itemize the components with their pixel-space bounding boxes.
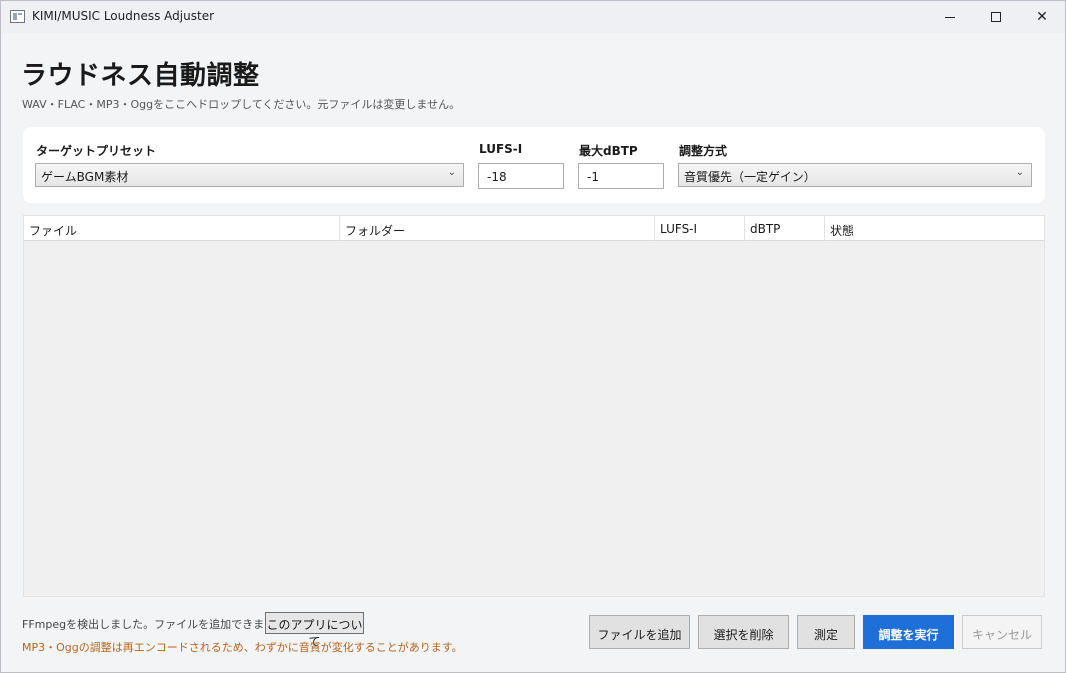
maximize-icon (991, 12, 1001, 22)
column-header-status[interactable]: 状態 (825, 216, 1044, 241)
app-window: KIMI/MUSIC Loudness Adjuster ✕ ラウドネス自動調整… (0, 0, 1066, 673)
chevron-down-icon: ⌄ (1015, 167, 1024, 178)
file-table[interactable]: ファイル フォルダー LUFS-I dBTP 状態 (23, 215, 1045, 597)
lufs-input[interactable]: -18 (478, 163, 564, 189)
run-adjust-button[interactable]: 調整を実行 (863, 615, 954, 649)
preset-select-value: ゲームBGM素材 (41, 170, 129, 184)
column-header-dbtp[interactable]: dBTP (745, 216, 825, 241)
dbtp-input-value: -1 (587, 170, 599, 184)
chevron-down-icon: ⌄ (447, 167, 456, 178)
minimize-button[interactable] (927, 1, 973, 33)
lufs-input-value: -18 (487, 170, 507, 184)
lufs-label: LUFS-I (479, 142, 523, 156)
page-title: ラウドネス自動調整 (21, 61, 260, 91)
column-header-lufs[interactable]: LUFS-I (655, 216, 745, 241)
table-header: ファイル フォルダー LUFS-I dBTP 状態 (24, 216, 1044, 241)
window-title: KIMI/MUSIC Loudness Adjuster (32, 9, 215, 23)
title-bar[interactable]: KIMI/MUSIC Loudness Adjuster ✕ (1, 1, 1065, 33)
preset-select[interactable]: ゲームBGM素材 ⌄ (35, 163, 464, 187)
method-select-value: 音質優先（一定ゲイン） (684, 170, 816, 184)
measure-button[interactable]: 測定 (797, 615, 855, 649)
page-subtitle: WAV・FLAC・MP3・Oggをここへドロップしてください。元ファイルは変更し… (22, 98, 461, 111)
close-button[interactable]: ✕ (1019, 1, 1065, 33)
warning-text: MP3・Oggの調整は再エンコードされるため、わずかに音質が変化することがありま… (22, 641, 463, 654)
status-text: FFmpegを検出しました。ファイルを追加できます。 (22, 618, 286, 631)
app-window-icon (10, 10, 25, 23)
maximize-button[interactable] (973, 1, 1019, 33)
preset-label: ターゲットプリセット (36, 144, 157, 158)
minimize-icon (945, 16, 955, 18)
column-header-folder[interactable]: フォルダー (340, 216, 655, 241)
add-file-button[interactable]: ファイルを追加 (589, 615, 690, 649)
method-label: 調整方式 (679, 144, 728, 158)
settings-panel: ターゲットプリセット ゲームBGM素材 ⌄ LUFS-I -18 最大dBTP … (23, 127, 1045, 203)
about-button[interactable]: このアプリについて (265, 612, 364, 649)
cancel-button[interactable]: キャンセル (962, 615, 1042, 649)
column-header-file[interactable]: ファイル (24, 216, 340, 241)
dbtp-label: 最大dBTP (579, 144, 638, 158)
close-icon: ✕ (1036, 9, 1048, 25)
remove-selected-button[interactable]: 選択を削除 (698, 615, 789, 649)
method-select[interactable]: 音質優先（一定ゲイン） ⌄ (678, 163, 1032, 187)
dbtp-input[interactable]: -1 (578, 163, 664, 189)
